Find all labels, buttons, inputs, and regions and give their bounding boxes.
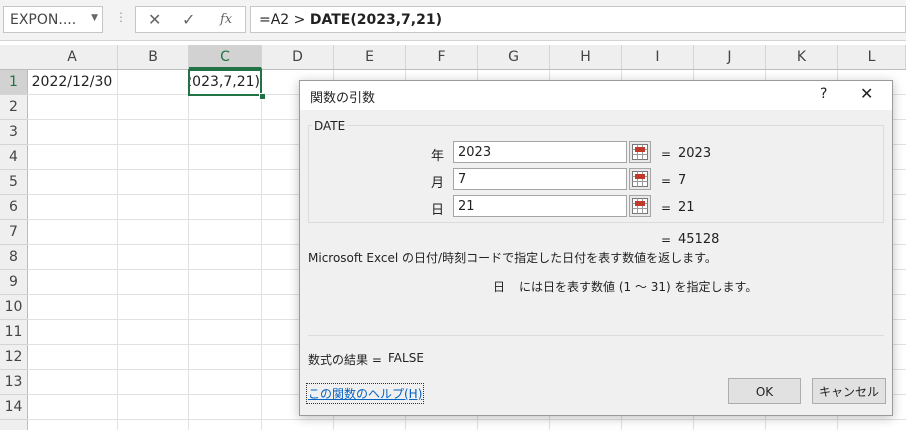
row-header-10[interactable]: 10 xyxy=(0,295,27,320)
cancel-icon[interactable]: ✕ xyxy=(148,10,161,29)
range-select-icon xyxy=(632,144,648,160)
arg-result-day: 21 xyxy=(678,200,695,215)
function-arguments-dialog: 関数の引数 ? ✕ DATE 年 2023 = 2023 月 7 = 7 日 2… xyxy=(299,80,893,416)
formula-result-label: 数式の結果 = xyxy=(308,353,382,367)
collapse-dialog-button[interactable] xyxy=(629,168,651,190)
collapse-dialog-button[interactable] xyxy=(629,141,651,163)
chevron-down-icon[interactable]: ▼ xyxy=(91,13,98,23)
row-header-9[interactable]: 9 xyxy=(0,270,27,295)
row-header-14[interactable]: 14 xyxy=(0,395,27,420)
enter-check-icon[interactable]: ✓ xyxy=(182,10,195,29)
col-header-l[interactable]: L xyxy=(838,45,906,69)
col-header-e[interactable]: E xyxy=(334,45,406,69)
cell-c1-active[interactable]: =A2 > DATE(2023,7,21) xyxy=(188,69,262,96)
divider xyxy=(308,335,884,336)
row-header-3[interactable]: 3 xyxy=(0,120,27,145)
gridline xyxy=(117,70,118,430)
row-header-1[interactable]: 1 xyxy=(0,70,27,95)
col-header-d[interactable]: D xyxy=(262,45,334,69)
col-header-c[interactable]: C xyxy=(189,45,262,69)
cell-a1[interactable]: 2022/12/30 xyxy=(27,70,117,95)
col-header-b[interactable]: B xyxy=(118,45,189,69)
gridline xyxy=(261,70,262,430)
row-header-13[interactable]: 13 xyxy=(0,370,27,395)
ok-button[interactable]: OK xyxy=(728,378,801,404)
row-header-8[interactable]: 8 xyxy=(0,245,27,270)
gridline xyxy=(27,419,906,420)
formula-buttons: ✕ ✓ fx xyxy=(135,6,246,33)
name-box-text: EXPON.... xyxy=(10,12,77,28)
arg-equals-year: = xyxy=(661,147,672,161)
formula-result-value: FALSE xyxy=(388,351,424,365)
formula-input[interactable]: =A2 > DATE(2023,7,21) xyxy=(250,6,906,33)
col-header-a[interactable]: A xyxy=(27,45,118,69)
gridline xyxy=(188,70,189,430)
dialog-title: 関数の引数 xyxy=(310,91,376,106)
help-icon[interactable]: ? xyxy=(820,86,827,102)
formula-bar: EXPON.... ▼ ⋮ ✕ ✓ fx =A2 > DATE(2023,7,2… xyxy=(0,0,906,41)
function-result-value: 45128 xyxy=(678,232,720,247)
cancel-button[interactable]: キャンセル xyxy=(812,378,886,404)
col-header-j[interactable]: J xyxy=(694,45,766,69)
insert-function-icon[interactable]: fx xyxy=(220,12,232,27)
formula-prefix: =A2 > xyxy=(259,12,310,28)
arg-label-day: 日 xyxy=(431,203,445,218)
arg-description-text: には日を表す数値 (1 ～ 31) を指定します。 xyxy=(519,280,758,294)
row-header-11[interactable]: 11 xyxy=(0,320,27,345)
arg-result-year: 2023 xyxy=(678,146,712,161)
col-header-g[interactable]: G xyxy=(478,45,550,69)
column-headers: A B C D E F G H I J K L xyxy=(0,45,906,70)
arg-input-year[interactable]: 2023 xyxy=(453,141,627,163)
col-header-k[interactable]: K xyxy=(766,45,838,69)
row-header-7[interactable]: 7 xyxy=(0,220,27,245)
arg-label-year: 年 xyxy=(431,149,445,164)
close-icon[interactable]: ✕ xyxy=(860,84,873,103)
fill-handle[interactable] xyxy=(259,93,266,100)
col-header-h[interactable]: H xyxy=(550,45,622,69)
col-header-f[interactable]: F xyxy=(406,45,478,69)
range-select-icon xyxy=(632,171,648,187)
row-header-2[interactable]: 2 xyxy=(0,95,27,120)
collapse-dialog-button[interactable] xyxy=(629,195,651,217)
formula-bold-part: DATE(2023,7,21) xyxy=(309,12,442,28)
cell-c1-text: =A2 > DATE(2023,7,21) xyxy=(190,74,260,90)
row-header-5[interactable]: 5 xyxy=(0,170,27,195)
arg-label-month: 月 xyxy=(431,176,445,191)
arg-input-day[interactable]: 21 xyxy=(453,195,627,217)
row-header-12[interactable]: 12 xyxy=(0,345,27,370)
row-headers: 1 2 3 4 5 6 7 8 9 10 11 12 13 14 xyxy=(0,70,28,430)
range-select-icon xyxy=(632,198,648,214)
arg-equals-month: = xyxy=(661,174,672,188)
function-help-link[interactable]: この関数のヘルプ(H) xyxy=(306,383,425,404)
arg-equals-day: = xyxy=(661,201,672,215)
arg-result-month: 7 xyxy=(678,173,687,188)
dialog-titlebar[interactable]: 関数の引数 ? ✕ xyxy=(300,81,892,110)
arg-input-month[interactable]: 7 xyxy=(453,168,627,190)
row-header-4[interactable]: 4 xyxy=(0,145,27,170)
function-name-label: DATE xyxy=(312,119,348,133)
function-description: Microsoft Excel の日付/時刻コードで指定した日付を表す数値を返し… xyxy=(308,251,717,265)
row-header-6[interactable]: 6 xyxy=(0,195,27,220)
arg-description-name: 日 xyxy=(493,280,506,294)
name-box[interactable]: EXPON.... ▼ xyxy=(3,6,103,33)
col-header-i[interactable]: I xyxy=(622,45,694,69)
function-result-equals: = xyxy=(661,233,672,247)
drag-handle-icon[interactable]: ⋮ xyxy=(115,10,127,24)
